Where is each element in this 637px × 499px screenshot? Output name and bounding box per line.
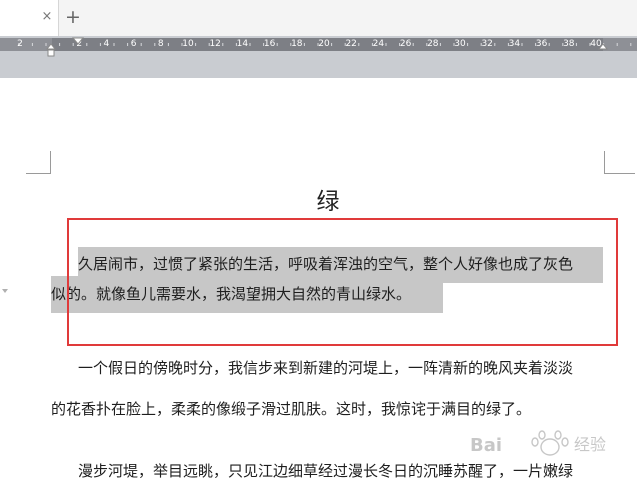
paragraph-3-line-1: 漫步河堤，举目远眺，只见江边细草经过漫长冬日的沉睡苏醒了，一片嫩绿 [78, 462, 574, 480]
ruler-number: 30 [454, 39, 466, 49]
ruler-number: 4 [103, 39, 110, 49]
ruler-number: 28 [427, 39, 439, 49]
ruler-tick [195, 43, 197, 46]
ruler-number: 18 [291, 39, 303, 49]
ruler-area: 2 2 4 6 8 10 12 14 16 18 20 22 24 26 28 30 32 34 36 38 40 [0, 36, 637, 78]
baidu-watermark-icon: Bai 经验 [470, 430, 606, 456]
horizontal-ruler[interactable]: 2 2 4 6 8 10 12 14 16 18 20 22 24 26 28 30 32 34 36 38 40 [0, 38, 637, 51]
selection-highlight-box [67, 218, 618, 346]
document-tab[interactable]: × [0, 0, 59, 36]
paragraph-2-line-2: 的花香扑在脸上，柔柔的像缎子滑过肌肤。这时，我惊诧于满目的绿了。 [51, 400, 532, 418]
ruler-tick [630, 43, 632, 46]
ruler-number: 14 [236, 39, 249, 49]
ruler-tick [140, 43, 142, 46]
ruler-tick [358, 43, 360, 46]
ruler-tick [154, 43, 156, 46]
close-tab-icon[interactable]: × [40, 10, 54, 24]
ruler-tick [167, 43, 169, 46]
ruler-tick [127, 43, 129, 46]
ruler-tick [249, 43, 251, 46]
new-tab-icon[interactable]: + [64, 6, 82, 28]
ruler-tick [59, 43, 61, 46]
left-indent-marker-icon[interactable] [44, 36, 58, 58]
ruler-number: 32 [481, 39, 493, 49]
paragraph-2-line-1: 一个假日的傍晚时分，我信步来到新建的河堤上，一阵清新的晚风夹着淡淡 [78, 359, 574, 377]
ruler-number: 22 [345, 39, 357, 49]
svg-text:Bai: Bai [470, 435, 502, 456]
ruler-tick [575, 43, 577, 46]
ruler-number: 6 [130, 39, 137, 49]
ruler-tick [548, 43, 550, 46]
ruler-number: 16 [263, 39, 276, 49]
ruler-tick [412, 43, 414, 46]
ruler-number: 8 [157, 39, 164, 49]
side-collapse-icon[interactable] [2, 289, 8, 293]
ruler-tick [113, 43, 115, 46]
ruler-tick [276, 43, 278, 46]
ruler-number: 26 [399, 39, 412, 49]
ruler-tick [467, 43, 469, 46]
ruler-number: 36 [535, 39, 548, 49]
ruler-tick [222, 43, 224, 46]
ruler-number: 34 [508, 39, 521, 49]
ruler-tick [385, 43, 387, 46]
ruler-tick [86, 43, 88, 46]
ruler-tick [521, 43, 523, 46]
ruler-tick [331, 43, 333, 46]
first-line-indent-marker-icon[interactable] [71, 36, 85, 48]
ruler-tick [494, 43, 496, 46]
ruler-number: 38 [563, 39, 575, 49]
tab-bar: × + [0, 0, 637, 37]
page-corner-mark-right [604, 151, 635, 174]
ruler-number: 2 [17, 39, 23, 49]
ruler-number: 24 [372, 39, 385, 49]
ruler-number: 12 [209, 39, 221, 49]
document-page[interactable]: 绿 久居闹市，过惯了紧张的生活，呼吸着浑浊的空气，整个人好像也成了灰色 似的。就… [0, 78, 637, 499]
ruler-tick [439, 43, 441, 46]
right-indent-marker-icon[interactable] [596, 36, 610, 58]
ruler-tick [31, 43, 33, 46]
ruler-number: 10 [182, 39, 194, 49]
ruler-tick [303, 43, 305, 46]
svg-text:经验: 经验 [574, 435, 606, 454]
ruler-tick [616, 43, 618, 46]
page-corner-mark-left [26, 151, 51, 174]
ruler-number: 20 [318, 39, 330, 49]
ruler-tick [99, 43, 101, 46]
document-title: 绿 [316, 189, 340, 215]
